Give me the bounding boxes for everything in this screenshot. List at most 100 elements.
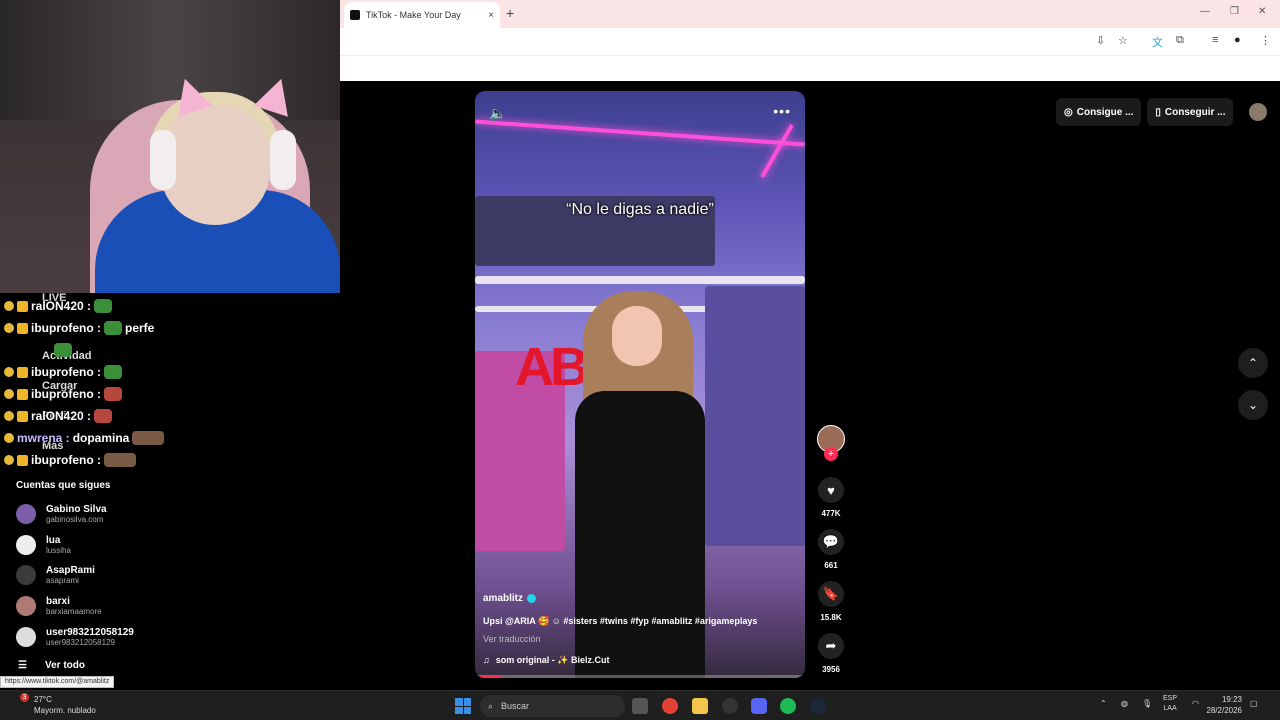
music-info[interactable]: ♫ som original - ✨ Bielz.Cut xyxy=(483,655,609,666)
avatar xyxy=(16,565,36,585)
list-icon: ☰ xyxy=(18,660,27,671)
next-video-button[interactable]: ⌄ xyxy=(1238,390,1268,420)
chat-message: ralON420 : xyxy=(4,296,113,316)
steam-icon[interactable] xyxy=(810,698,826,714)
share-count: 3956 xyxy=(822,665,840,674)
video-progress-bar[interactable] xyxy=(475,675,805,678)
get-coins-button[interactable]: ◎ Consigue ... xyxy=(1056,98,1142,126)
tiktok-video-player[interactable]: AB “No le digas a nadie” 🔈 ••• amablitz … xyxy=(475,91,805,678)
ab-neon-sign: AB xyxy=(515,337,589,397)
creator-avatar-button[interactable]: + xyxy=(815,425,847,461)
get-app-button[interactable]: ▯ Conseguir ... xyxy=(1147,98,1234,126)
progress-fill xyxy=(475,675,502,678)
account-name: Gabino Silva xyxy=(46,504,107,515)
video-author[interactable]: amablitz xyxy=(483,593,537,604)
creator-face xyxy=(612,306,662,366)
browser-toolbar xyxy=(340,28,1280,56)
volume-icon[interactable]: 🔈 xyxy=(489,105,506,122)
tray-overflow-icon[interactable]: ⌃ xyxy=(1100,699,1107,708)
profile-icon[interactable]: ● xyxy=(1234,34,1241,46)
headphone-left xyxy=(150,130,176,190)
sub-badge-icon xyxy=(17,322,28,334)
music-note-icon: ♫ xyxy=(483,655,490,665)
file-explorer-icon[interactable] xyxy=(692,698,708,714)
screen: LIVE Actividad Cargar Perfil Más ralON42… xyxy=(0,0,1280,720)
save-count: 15.8K xyxy=(820,613,842,622)
bookmark-star-icon[interactable]: ☆ xyxy=(1118,34,1128,47)
minimize-icon[interactable]: — xyxy=(1200,6,1210,17)
chat-message: ralON420 : xyxy=(4,406,113,426)
more-options-icon[interactable]: ••• xyxy=(773,103,791,119)
pepe-emote-icon xyxy=(103,321,122,335)
like-count: 477K xyxy=(821,509,841,518)
notification-icon[interactable]: ▢ xyxy=(1250,699,1258,708)
tab-close-icon[interactable]: × xyxy=(488,10,494,21)
chat-username: ibuprofeno : xyxy=(31,321,101,335)
get-coins-label: Consigue ... xyxy=(1076,106,1134,118)
video-text-overlay: “No le digas a nadie” xyxy=(566,201,714,218)
following-account-item[interactable]: AsapRami asaprami xyxy=(16,561,316,589)
language-indicator[interactable]: ESP LAA xyxy=(1163,694,1177,714)
obs-icon[interactable] xyxy=(722,698,738,714)
headphone-right xyxy=(270,130,296,190)
badge-icon xyxy=(4,455,14,465)
taskbar-search[interactable]: ⌕ Buscar xyxy=(480,695,625,717)
following-heading: Cuentas que sigues xyxy=(16,480,111,491)
windows-start-icon[interactable] xyxy=(455,698,471,714)
new-tab-button[interactable]: + xyxy=(506,5,514,21)
video-description: Upsi @ARIA 🥰 ☺ #sisters #twins #fyp #ama… xyxy=(483,616,758,626)
avatar xyxy=(16,627,36,647)
get-app-label: Conseguir ... xyxy=(1164,106,1226,118)
tray-app-icon[interactable]: ◍ xyxy=(1121,699,1128,708)
chevron-up-icon: ⌃ xyxy=(1247,356,1259,370)
windows-taskbar: 3 27°C Mayorm. nublado ⌕ Buscar ⌃ ◍ 🎙 ES… xyxy=(0,690,1280,720)
share-button[interactable]: ➦ 3956 xyxy=(815,633,847,674)
page-header-strip xyxy=(340,56,1280,81)
previous-video-button[interactable]: ⌃ xyxy=(1238,348,1268,378)
weather-widget[interactable]: 27°C Mayorm. nublado xyxy=(34,694,96,716)
account-user: lussiha xyxy=(46,546,71,555)
chat-message: ibuprofeno : perfe xyxy=(4,318,154,338)
menu-kebab-icon[interactable]: ⋮ xyxy=(1260,34,1271,47)
user-avatar[interactable] xyxy=(1249,103,1268,121)
install-app-icon[interactable]: ⇩ xyxy=(1096,34,1105,47)
badge-icon xyxy=(4,389,14,399)
shelf xyxy=(475,276,805,284)
see-all-button[interactable]: ☰ Ver todo xyxy=(18,660,85,671)
window-close-icon[interactable]: ✕ xyxy=(1258,6,1266,17)
avatar xyxy=(16,535,36,555)
account-user: asaprami xyxy=(46,576,79,585)
discord-icon[interactable] xyxy=(751,698,767,714)
like-button[interactable]: ♥ 477K xyxy=(815,477,847,518)
badge-icon xyxy=(4,411,14,421)
following-account-item[interactable]: Gabino Silva gabinosilva.com xyxy=(16,500,316,528)
following-account-item[interactable]: lua lussiha xyxy=(16,531,316,559)
chat-username: ralON420 : xyxy=(31,409,92,423)
bookmark-icon: 🔖 xyxy=(818,581,844,607)
microphone-icon[interactable]: 🎙 xyxy=(1142,699,1152,708)
restore-icon[interactable]: ❐ xyxy=(1230,6,1239,17)
pepe-emote-icon xyxy=(54,343,72,357)
spotify-icon[interactable] xyxy=(780,698,796,714)
comment-button[interactable]: 💬 661 xyxy=(815,529,847,570)
extensions-icon[interactable]: ⧉ xyxy=(1176,34,1184,47)
taskbar-clock[interactable]: 19:23 28/2/2026 xyxy=(1198,694,1242,716)
following-account-item[interactable]: user983212058129 user983212058129 xyxy=(16,623,316,651)
chat-username: ralON420 : xyxy=(31,299,92,313)
tab-title: TikTok - Make Your Day xyxy=(366,10,461,20)
following-account-item[interactable]: barxi barxiamaamore xyxy=(16,592,316,620)
avatar xyxy=(16,596,36,616)
save-button[interactable]: 🔖 15.8K xyxy=(815,581,847,622)
chat-text: perfe xyxy=(124,321,155,335)
chat-message: ibuprofeno : xyxy=(4,384,122,404)
see-translation-link[interactable]: Ver traducción xyxy=(483,634,541,644)
chat-message: mwrena : dopamina xyxy=(4,428,165,448)
task-view-icon[interactable] xyxy=(632,698,648,714)
lang-primary: ESP xyxy=(1163,695,1178,702)
follow-plus-icon[interactable]: + xyxy=(824,447,838,461)
tab-tiktok[interactable]: TikTok - Make Your Day × xyxy=(344,2,500,28)
chrome-icon[interactable] xyxy=(662,698,678,714)
verified-icon xyxy=(527,594,537,603)
translate-extension-icon[interactable]: 文 xyxy=(1152,34,1163,50)
media-controls-icon[interactable]: ≡ xyxy=(1212,34,1218,46)
